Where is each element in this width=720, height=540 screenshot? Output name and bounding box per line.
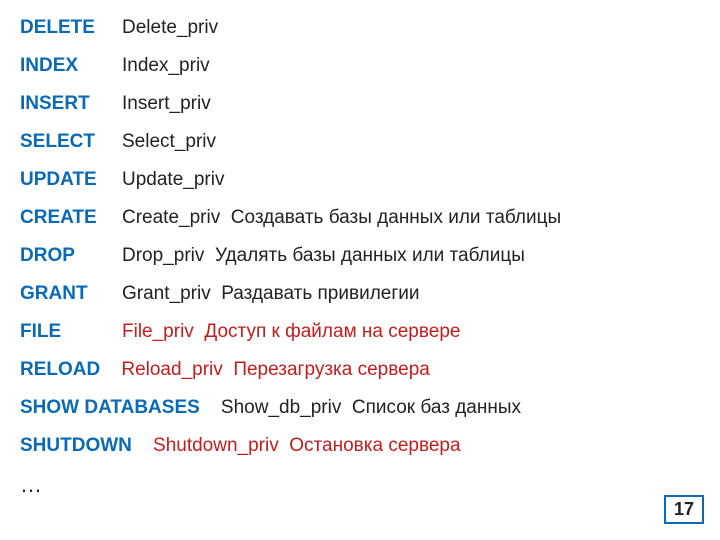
privilege-keyword: SHUTDOWN xyxy=(20,436,132,455)
privilege-column: Create_priv xyxy=(122,208,220,227)
privilege-description: Остановка сервера xyxy=(289,436,460,455)
privilege-keyword: SHOW DATABASES xyxy=(20,398,200,417)
privilege-column: Update_priv xyxy=(122,170,224,189)
privilege-keyword: DROP xyxy=(20,246,116,265)
privilege-keyword: SELECT xyxy=(20,132,116,151)
privilege-column: Delete_priv xyxy=(122,18,218,37)
privilege-column: Drop_priv xyxy=(122,246,204,265)
privilege-row: DROP Drop_priv Удалять базы данных или та… xyxy=(20,246,700,265)
privilege-column: Index_priv xyxy=(122,56,210,75)
privilege-column: Reload_priv xyxy=(121,360,222,379)
privilege-description: Раздавать привилегии xyxy=(221,284,419,303)
privilege-row: SHUTDOWN Shutdown_priv Остановка сервера xyxy=(20,436,700,455)
privilege-description: Создавать базы данных или таблицы xyxy=(231,208,561,227)
privilege-row: INDEX Index_priv xyxy=(20,56,700,75)
privilege-keyword: RELOAD xyxy=(20,360,100,379)
privilege-keyword: FILE xyxy=(20,322,116,341)
privilege-row: GRANT Grant_priv Раздавать привилегии xyxy=(20,284,700,303)
privilege-column: File_priv xyxy=(122,322,194,341)
privilege-keyword: INSERT xyxy=(20,94,116,113)
privilege-column: Show_db_priv xyxy=(221,398,341,417)
privilege-column: Grant_priv xyxy=(122,284,211,303)
privilege-column: Select_priv xyxy=(122,132,216,151)
privilege-list: DELETE Delete_priv INDEX Index_priv INSERT In… xyxy=(0,0,720,496)
privilege-keyword: UPDATE xyxy=(20,170,116,189)
privilege-column: Shutdown_priv xyxy=(153,436,279,455)
privilege-description: Список баз данных xyxy=(352,398,521,417)
privilege-keyword: GRANT xyxy=(20,284,116,303)
privilege-row: RELOAD Reload_priv Перезагрузка сервера xyxy=(20,360,700,379)
privilege-keyword: INDEX xyxy=(20,56,116,75)
privilege-row: SELECT Select_priv xyxy=(20,132,700,151)
privilege-row: DELETE Delete_priv xyxy=(20,18,700,37)
page-number: 17 xyxy=(664,495,704,524)
privilege-row: FILE File_priv Доступ к файлам на сервере xyxy=(20,322,700,341)
privilege-row: INSERT Insert_priv xyxy=(20,94,700,113)
privilege-description: Удалять базы данных или таблицы xyxy=(215,246,525,265)
privilege-keyword: CREATE xyxy=(20,208,116,227)
privilege-row: CREATE Create_priv Создавать базы данных … xyxy=(20,208,700,227)
privilege-row: UPDATE Update_priv xyxy=(20,170,700,189)
privilege-description: Перезагрузка сервера xyxy=(233,360,430,379)
privilege-row: SHOW DATABASES Show_db_priv Список баз д… xyxy=(20,398,700,417)
privilege-description: Доступ к файлам на сервере xyxy=(204,322,460,341)
privilege-keyword: DELETE xyxy=(20,18,116,37)
ellipsis: … xyxy=(20,474,700,496)
privilege-column: Insert_priv xyxy=(122,94,211,113)
